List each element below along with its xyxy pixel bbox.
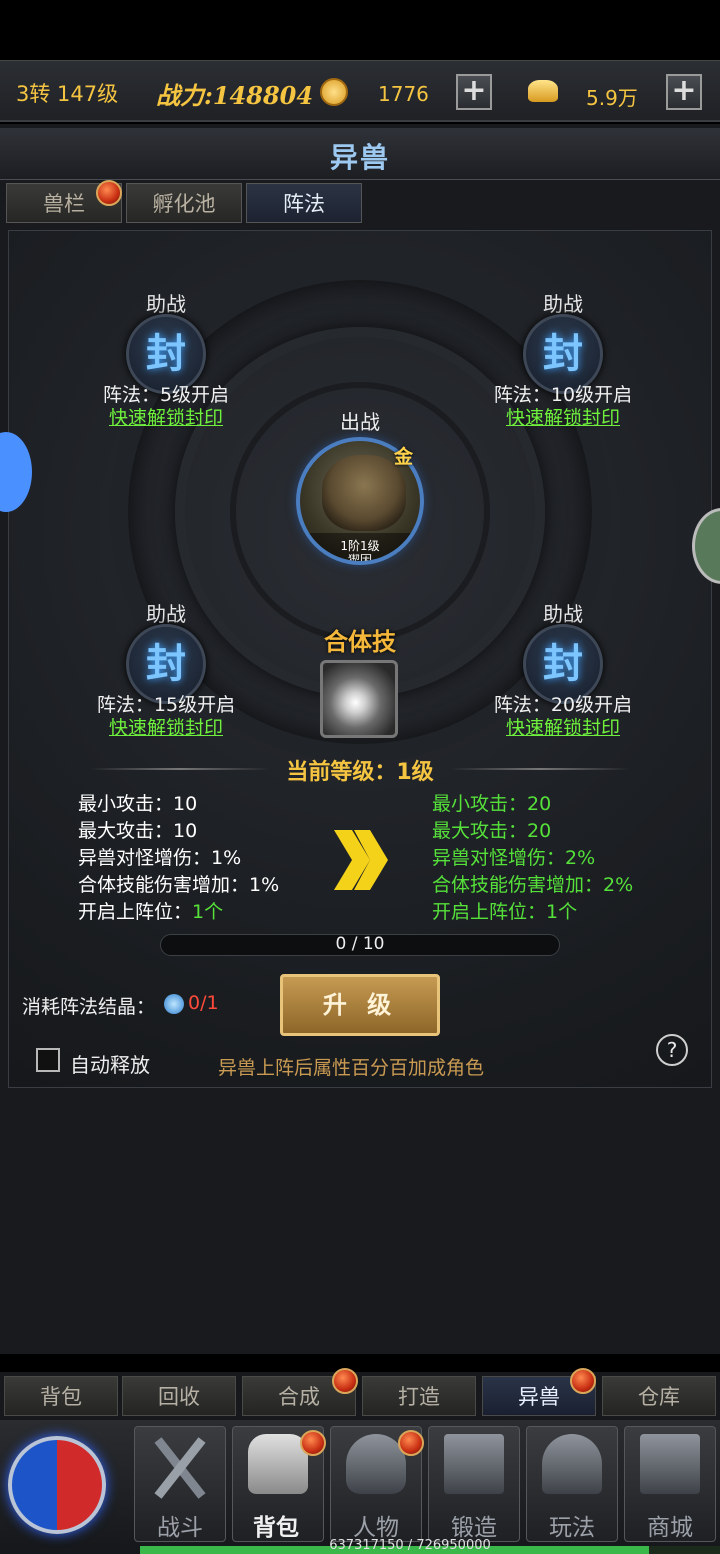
slot-4-unlock-link[interactable]: 快速解锁封印	[463, 713, 663, 740]
notification-dot	[570, 1368, 596, 1394]
current-stat: 开启上阵位：1个	[78, 897, 223, 924]
upgrade-button[interactable]: 升 级	[280, 974, 440, 1036]
current-stat: 最大攻击：10	[78, 820, 198, 842]
chevron-right-icon	[330, 828, 390, 892]
combat-power: 战力:148804	[156, 76, 313, 111]
current-stat: 最小攻击：10	[78, 793, 198, 815]
combo-skill-icon[interactable]	[320, 660, 398, 738]
help-icon[interactable]: ?	[656, 1034, 688, 1066]
current-slots-label: 开启上阵位：	[78, 901, 193, 923]
nav-character-label: 人物	[353, 1515, 399, 1541]
notification-dot	[332, 1368, 358, 1394]
tab-warehouse[interactable]: 仓库	[602, 1376, 716, 1416]
nav-shop-label: 商城	[647, 1515, 693, 1541]
divider-right	[450, 768, 630, 770]
slot-2-unlock-link[interactable]: 快速解锁封印	[463, 403, 663, 430]
assist-label: 助战	[543, 292, 583, 316]
auto-release-checkbox[interactable]	[36, 1048, 60, 1072]
next-stat: 异兽对怪增伤：2%	[432, 847, 596, 869]
slot-3-unlock-link[interactable]: 快速解锁封印	[66, 713, 266, 740]
panel-title: 异兽	[329, 141, 390, 174]
swirl-coin-icon	[320, 78, 348, 106]
formation-hint: 异兽上阵后属性百分百加成角色	[218, 1057, 485, 1079]
divider-left	[90, 768, 270, 770]
nav-forge-label: 锻造	[451, 1515, 497, 1541]
assist-label: 助战	[146, 602, 186, 626]
notification-dot	[96, 180, 122, 206]
slot-1-unlock-link[interactable]: 快速解锁封印	[66, 403, 266, 430]
level-progress-text: 0 / 10	[335, 934, 385, 954]
cost-label: 消耗阵法结晶：	[22, 996, 156, 1018]
tab-craft[interactable]: 打造	[362, 1376, 476, 1416]
nav-bag-label: 背包	[253, 1515, 299, 1541]
combat-power-label: 战力:	[156, 81, 213, 110]
helmet-icon	[346, 1434, 406, 1494]
tab-hatchery[interactable]: 孵化池	[126, 183, 242, 223]
status-bar	[0, 0, 720, 60]
next-stat: 合体技能伤害增加：2%	[432, 874, 634, 896]
crystal-icon	[164, 994, 184, 1014]
current-stat: 合体技能伤害增加：1%	[78, 874, 280, 896]
notification-dot	[398, 1430, 424, 1456]
current-stat: 异兽对怪增伤：1%	[78, 847, 242, 869]
winged-sword-icon	[542, 1434, 602, 1494]
main-slot-label: 出战	[340, 410, 380, 434]
next-stat: 最小攻击：20	[432, 793, 552, 815]
grade-badge: 金	[394, 446, 414, 468]
nav-gameplay-label: 玩法	[549, 1515, 595, 1541]
cost-value: 0/1	[188, 992, 219, 1014]
nav-battle-label: 战斗	[157, 1515, 203, 1541]
anvil-icon	[444, 1434, 504, 1494]
backpack-icon	[248, 1434, 308, 1494]
gold-ingot-icon	[528, 80, 558, 102]
currency1-value: 1776	[378, 82, 429, 106]
next-stat: 最大攻击：20	[432, 820, 552, 842]
assist-label: 助战	[543, 602, 583, 626]
add-currency1-button[interactable]: +	[456, 74, 492, 110]
assist-label: 助战	[146, 292, 186, 316]
combo-skill-label: 合体技	[324, 628, 396, 656]
crossed-swords-icon	[150, 1432, 210, 1504]
yin-yang-orb-icon[interactable]	[8, 1436, 106, 1534]
tab-recycle[interactable]: 回收	[122, 1376, 236, 1416]
current-level-title: 当前等级：1级	[286, 760, 434, 785]
player-level: 3转 147级	[16, 82, 119, 106]
combat-power-value: 148804	[212, 81, 314, 110]
next-stat: 开启上阵位：1个	[432, 901, 578, 923]
shop-building-icon	[640, 1434, 700, 1494]
tab-formation[interactable]: 阵法	[246, 183, 362, 223]
current-slots-value: 1个	[192, 901, 224, 923]
exp-text: 637317150 / 726950000	[329, 1538, 491, 1553]
auto-release-label: 自动释放	[70, 1053, 150, 1077]
tab-bag[interactable]: 背包	[4, 1376, 118, 1416]
notification-dot	[300, 1430, 326, 1456]
currency2-value: 5.9万	[586, 86, 638, 110]
add-currency2-button[interactable]: +	[666, 74, 702, 110]
